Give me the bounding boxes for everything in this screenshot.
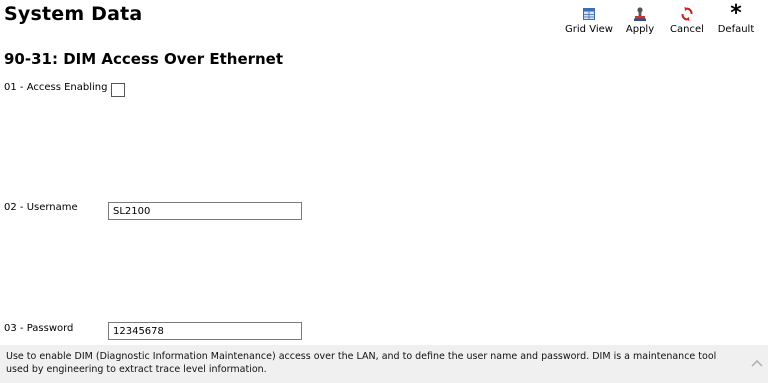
stamp-icon bbox=[633, 6, 647, 22]
cancel-arrows-icon bbox=[681, 6, 693, 22]
username-label: 02 - Username bbox=[4, 202, 78, 213]
access-enabling-checkbox[interactable] bbox=[111, 83, 125, 97]
help-panel: Use to enable DIM (Diagnostic Informatio… bbox=[0, 345, 768, 383]
chevron-up-icon[interactable] bbox=[750, 355, 764, 369]
access-enabling-label: 01 - Access Enabling bbox=[4, 82, 108, 93]
apply-label: Apply bbox=[625, 24, 655, 35]
toolbar: Grid View Apply Cancel * Default bbox=[560, 1, 760, 36]
default-button[interactable]: * Default bbox=[712, 1, 760, 36]
help-text: Use to enable DIM (Diagnostic Informatio… bbox=[6, 351, 717, 375]
grid-view-label: Grid View bbox=[565, 24, 613, 35]
password-label: 03 - Password bbox=[4, 323, 74, 334]
grid-view-button[interactable]: Grid View bbox=[560, 6, 618, 35]
asterisk-icon: * bbox=[730, 1, 742, 26]
default-label: Default bbox=[717, 24, 755, 35]
apply-button[interactable]: Apply bbox=[618, 6, 662, 35]
section-title: 90-31: DIM Access Over Ethernet bbox=[4, 50, 284, 68]
cancel-button[interactable]: Cancel bbox=[662, 6, 712, 35]
username-input[interactable]: SL2100 bbox=[108, 202, 302, 220]
page-title: System Data bbox=[4, 3, 143, 25]
grid-icon bbox=[583, 6, 595, 22]
password-input[interactable]: 12345678 bbox=[108, 322, 302, 340]
cancel-label: Cancel bbox=[670, 24, 704, 35]
